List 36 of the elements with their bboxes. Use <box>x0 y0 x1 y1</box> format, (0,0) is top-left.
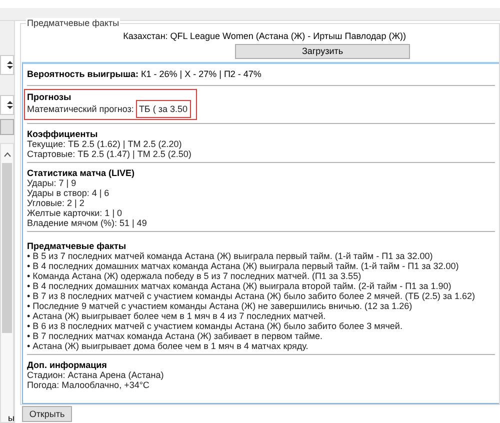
info-line: • В 4 последних домашних матчах команда Астана (Ж) выиграла второй тайм. (2-й тайм - П1 за 1.90) <box>27 281 452 291</box>
info-line: • В 7 последних матчах команда Астана (Ж) забивает в первом тайме. <box>27 331 324 341</box>
scroll-up-icon[interactable] <box>4 152 10 157</box>
info-line: • Астана (Ж) выигрывает дома более чем в 1 мяч в 4 матчах кряду. <box>27 341 310 351</box>
info-line: • Команда Астана (Ж) одержала победу в 5 из 7 последних матчей. (П1 за 3.55) <box>27 271 362 281</box>
info-line: Стадион: Астана Арена (Астана) <box>27 370 165 380</box>
info-line: • В 7 из 8 последних матчей с участием команды Астана (Ж) было забито более 2 мячей. (ТБ (2.5) за 1.62) <box>27 291 476 301</box>
section-title: Предматчевые факты <box>27 241 128 251</box>
info-line: Желтые карточки: 1 | 0 <box>27 208 124 218</box>
section-title: Доп. информация <box>27 360 108 370</box>
section-title: Коэффициенты <box>27 129 99 139</box>
section-title: Прогнозы <box>27 92 72 102</box>
info-line: Стартовые: ТБ 2.5 (1.47) | ТМ 2.5 (2.50) <box>27 149 192 159</box>
cut-text: ы <box>8 413 14 423</box>
info-line: Угловые: 2 | 2 <box>27 198 86 208</box>
info-line: Удары: 7 | 9 <box>27 178 78 188</box>
info-line: • В 4 последних домашних матчах команда Астана (Ж) выиграла первый тайм. (1-й тайм - П1 за 32.00) <box>27 261 460 271</box>
forecast-label: Математический прогноз: <box>27 104 134 114</box>
info-line: Погода: Малооблачно, +34°C <box>27 380 150 390</box>
info-line: • В 5 из 7 последних матчей команда Астана (Ж) выиграла первый тайм. (1-й тайм - П1 за 32.00) <box>27 251 434 261</box>
info-line: Текущие: ТБ 2.5 (1.62) | ТМ 2.5 (2.20) <box>27 139 183 149</box>
spinner-arrows-icon[interactable] <box>7 60 13 70</box>
info-line: Владение мячом (%): 51 | 49 <box>27 218 148 228</box>
info-line: • В 6 из 8 последних матчей с участием команды Астана (Ж) было забито более 3 мячей. <box>27 321 404 331</box>
group-title: Предматчевые факты <box>26 18 120 29</box>
win-probability: Вероятность выигрыша: К1 - 26% | Х - 27% | П2 - 47% <box>27 68 262 81</box>
open-button[interactable]: Открыть <box>22 406 72 422</box>
spinner-arrows-icon[interactable] <box>7 100 13 110</box>
info-line: Удары в створ: 4 | 6 <box>27 188 110 198</box>
match-title: Казахстан: QFL League Women (Астана (Ж) - Иртыш Павлодар (Ж)) <box>123 31 406 42</box>
info-line: • Астана (Ж) выигрывает более чем в 1 мяч в 4 из 7 последних матчей. <box>27 311 327 321</box>
forecast-value: ТБ ( за 3.50 <box>136 100 190 118</box>
scrollbar-thumb[interactable] <box>2 162 12 333</box>
load-button[interactable]: Загрузить <box>235 44 410 59</box>
info-line: • Последние 9 матчей с участием команды Астана (Ж) не завершились вничью. (12 за 1.26) <box>27 301 414 311</box>
section-title: Статистика матча (LIVE) <box>27 168 136 178</box>
